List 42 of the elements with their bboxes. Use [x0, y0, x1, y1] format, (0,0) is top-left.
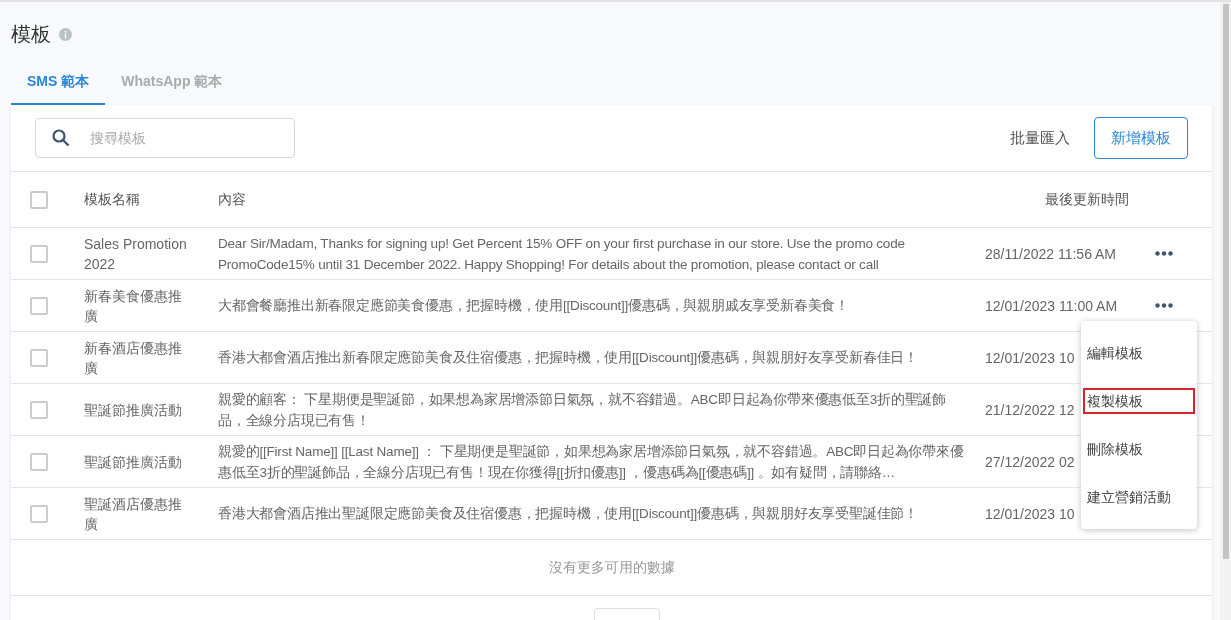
template-name: Sales Promotion 2022: [84, 235, 187, 272]
template-name: 聖誕節推廣活動: [84, 401, 182, 418]
template-name: 新春美食優惠推廣: [84, 287, 182, 324]
column-header: 內容: [218, 191, 246, 207]
template-content: 親愛的顧客： 下星期便是聖誕節，如果想為家居增添節日氣氛，就不容錯過。ABC即日起為你帶來優惠低至3折的聖誕飾品，全線分店現已有售！: [218, 391, 947, 428]
menu-item[interactable]: 編輯模板: [1083, 340, 1195, 366]
template-content: 親愛的[[First Name]] [[Last Name]] ： 下星期便是聖誕節，如果想為家居增添節日氣氛，就不容錯過。ABC即日起為你帶來優惠低至3折的聖誕飾品，全線分店現已有售！現在你獲得[[折扣優惠]] ，優惠碼為[[優惠碼]] 。如有疑問，請聯絡…: [218, 443, 964, 480]
checkbox[interactable]: [30, 400, 48, 419]
template-content: 大都會餐廳推出新春限定應節美食優惠，把握時機，使用[[Discount]]優惠碼，與親朋戚友享受新春美食！: [218, 298, 849, 313]
checkbox[interactable]: [30, 244, 48, 263]
menu-item[interactable]: 建立營銷活動: [1083, 484, 1195, 510]
template-content: 香港大都會酒店推出新春限定應節美食及住宿優惠，把握時機，使用[[Discount]]優惠碼，與親朋好友享受新春佳日！: [218, 350, 918, 365]
checkbox[interactable]: [30, 348, 48, 367]
more-icon[interactable]: [1155, 303, 1173, 308]
menu-item[interactable]: 刪除模板: [1083, 436, 1195, 462]
template-content: Dear Sir/Madam, Thanks for signing up! Get Percent 15% OFF on your first purchase in our store. Use the promo code PromoCode15% until 31 December 2022. Happy Shopping! For details about the promotion, please contact or call: [218, 235, 905, 272]
page-title: 模板: [11, 22, 51, 47]
updated-time: 12/01/2023 10: [985, 505, 1075, 522]
import-link[interactable]: 批量匯入: [1010, 126, 1070, 150]
template-name: 聖誕酒店優惠推廣: [84, 495, 182, 532]
empty-message: 沒有更多可用的數據: [548, 558, 675, 577]
checkbox[interactable]: [30, 296, 48, 315]
updated-time: 28/11/2022 11:56 AM: [985, 245, 1117, 262]
checkbox[interactable]: [30, 504, 48, 523]
search-icon: [52, 129, 70, 147]
template-name: 聖誕節推廣活動: [84, 453, 182, 470]
updated-time: 27/12/2022 02: [985, 453, 1075, 470]
updated-time: 21/12/2022 12: [985, 401, 1075, 418]
checkbox[interactable]: [30, 190, 48, 209]
template-name: 新春酒店優惠推廣: [84, 339, 182, 376]
add-template-button[interactable]: 新增模板: [1094, 117, 1188, 159]
more-icon[interactable]: [1155, 251, 1173, 256]
template-content: 香港大都會酒店推出聖誕限定應節美食及住宿優惠，把握時機，使用[[Discount]]優惠碼，與親朋好友享受聖誕佳節！: [218, 506, 918, 521]
checkbox[interactable]: [30, 452, 48, 471]
updated-time: 12/01/2023 10: [985, 349, 1075, 366]
menu-item[interactable]: 複製模板: [1083, 388, 1195, 414]
column-header: 模板名稱: [84, 191, 140, 207]
search-field[interactable]: 搜尋模板: [35, 118, 295, 158]
scrollbar-thumb[interactable]: [1222, 4, 1229, 559]
info-icon: [59, 27, 72, 41]
updated-time: 12/01/2023 11:00 AM: [985, 297, 1118, 314]
column-header: 最後更新時間: [1045, 191, 1129, 207]
